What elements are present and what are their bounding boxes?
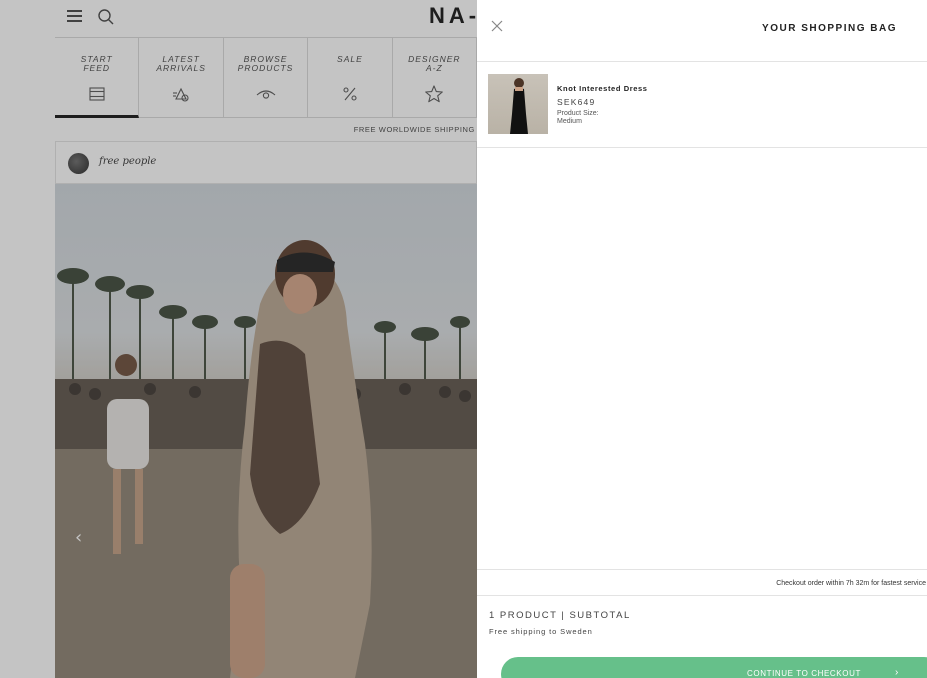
product-size-value: Medium: [557, 118, 582, 125]
shipping-destination-note: Free shipping to Sweden: [489, 627, 593, 636]
checkout-button-label: CONTINUE TO CHECKOUT: [747, 669, 861, 678]
shopping-bag-drawer: YOUR SHOPPING BAG Knot Interested Dress …: [477, 0, 927, 678]
bag-subtotal: 1 PRODUCT | SUBTOTAL: [489, 610, 631, 621]
chevron-right-icon: ›: [895, 667, 899, 678]
product-price: SEK649: [557, 97, 596, 107]
product-thumbnail[interactable]: [488, 74, 548, 134]
continue-to-checkout-button[interactable]: CONTINUE TO CHECKOUT ›: [501, 657, 927, 678]
close-icon[interactable]: [489, 18, 505, 34]
product-size-label: Product Size:: [557, 110, 599, 117]
bag-title: YOUR SHOPPING BAG: [762, 23, 897, 34]
app-root: NA- START FEED LATEST ARRIVALS BROWSE PR…: [0, 0, 927, 678]
bag-header: YOUR SHOPPING BAG: [477, 0, 927, 62]
product-name[interactable]: Knot Interested Dress: [557, 84, 648, 93]
dress-image: [510, 78, 528, 134]
bag-item: Knot Interested Dress SEK649 Product Siz…: [477, 62, 927, 148]
dim-overlay[interactable]: [0, 0, 477, 678]
checkout-timer-note: Checkout order within 7h 32m for fastest…: [477, 569, 927, 596]
